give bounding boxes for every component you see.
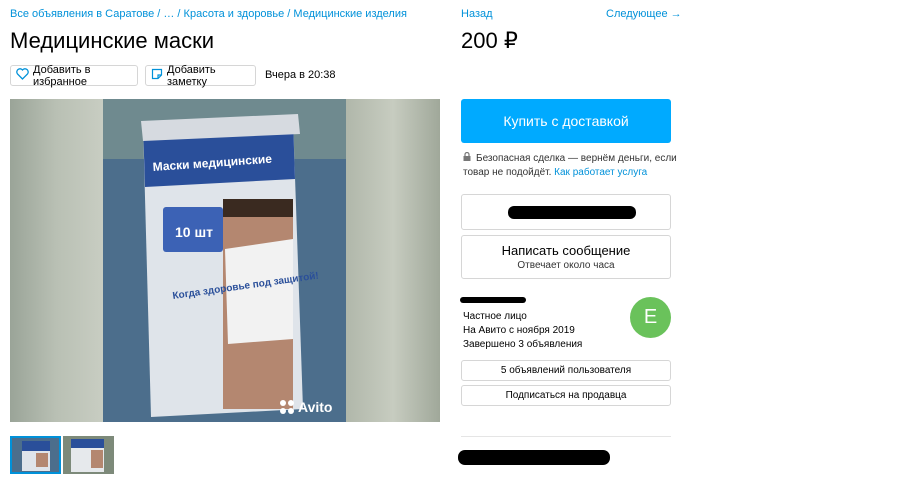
listing-date: Вчера в 20:38 [265,69,336,81]
breadcrumb-ellipsis[interactable]: … [163,8,174,20]
thumbnail-1[interactable] [10,436,61,474]
breadcrumb-beauty-health[interactable]: Красота и здоровье [184,8,285,20]
avatar[interactable]: Е [630,297,671,338]
safe-deal-notice: Безопасная сделка — вернём деньги, если … [463,151,678,180]
add-note-label: Добавить заметку [167,63,216,88]
buy-with-delivery-button[interactable]: Купить с доставкой [461,99,671,143]
show-phone-button[interactable] [461,194,671,230]
write-message-label: Написать сообщение [501,243,631,258]
heart-icon [16,68,29,83]
seller-completed: Завершено 3 объявления [463,339,583,350]
seller-since: На Авито с ноября 2019 [463,325,575,336]
thumbnail-2[interactable] [63,436,114,474]
back-link[interactable]: Назад [461,8,493,20]
address-redaction [458,450,610,465]
divider [461,436,671,437]
add-note-button[interactable]: Добавить заметку [145,63,256,88]
breadcrumb-medical-products[interactable]: Медицинские изделия [293,8,407,20]
seller-type: Частное лицо [463,311,527,322]
page-title: Медицинские маски [10,28,215,53]
main-photo[interactable]: 10 шт Маски медицинские Когда здоровье п… [103,99,346,422]
breadcrumb-separator: / [154,8,164,20]
avito-watermark: Avito [298,399,332,415]
price: 200 ₽ [461,28,518,53]
safe-deal-link[interactable]: Как работает услуга [554,167,647,178]
seller-ads-button[interactable]: 5 объявлений пользователя [461,360,671,381]
response-time: Отвечает около часа [517,260,615,271]
next-link[interactable]: Следующее → [606,8,682,20]
note-icon [151,68,163,83]
lock-icon [463,151,471,166]
subscribe-seller-button[interactable]: Подписаться на продавца [461,385,671,406]
breadcrumb-separator: / [174,8,184,20]
breadcrumb-all-ads[interactable]: Все объявления в Саратове [10,8,154,20]
gallery-blur-right [346,99,440,422]
add-favorite-button[interactable]: Добавить в избранное [10,63,138,88]
write-message-button[interactable]: Написать сообщение Отвечает около часа [461,235,671,279]
phone-redaction [508,206,636,219]
add-favorite-label: Добавить в избранное [33,63,91,88]
seller-info: Частное лицо На Авито с ноября 2019 Заве… [463,310,582,352]
gallery-blur-left [10,99,103,422]
seller-name-redaction [460,297,526,303]
photo-gallery[interactable]: 10 шт Маски медицинские Когда здоровье п… [10,99,440,422]
breadcrumb: Все объявления в Саратове / … / Красота … [10,8,407,20]
mask-count-text: 10 шт [175,224,213,240]
